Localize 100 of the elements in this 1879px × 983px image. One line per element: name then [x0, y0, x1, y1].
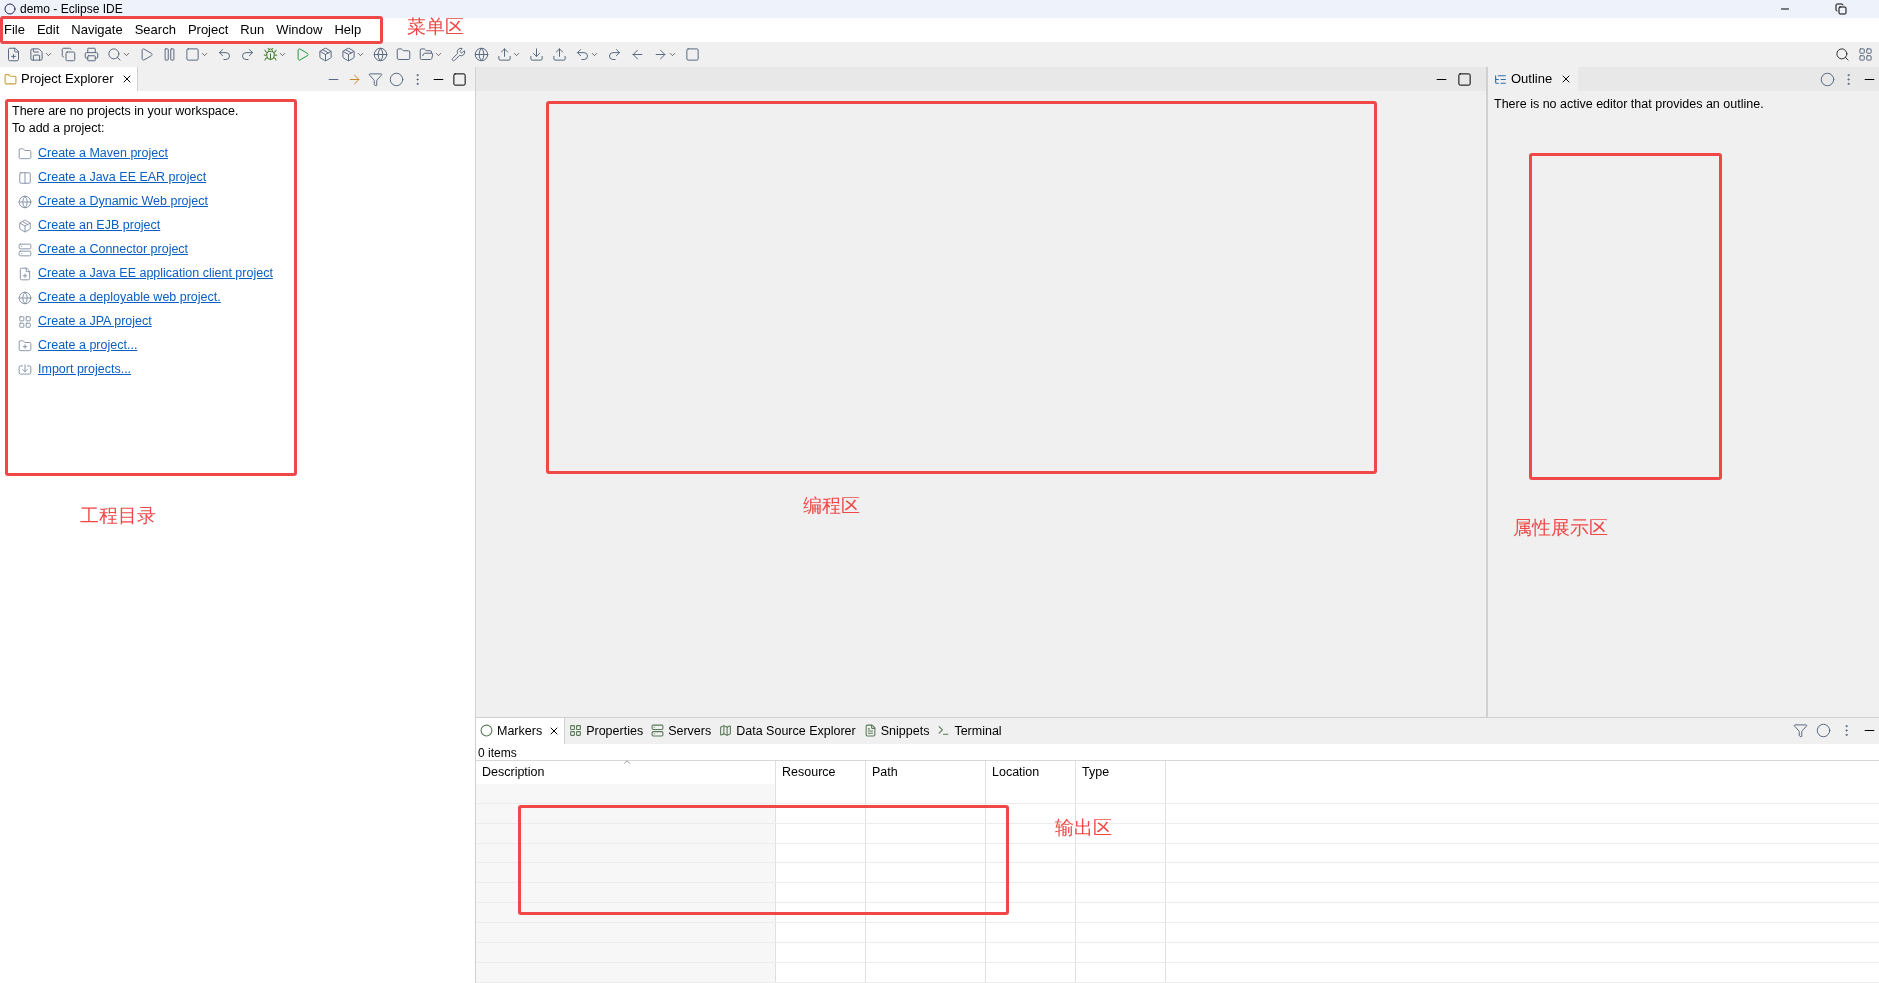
maximize-icon[interactable] [452, 71, 467, 87]
arrow-right-icon[interactable] [653, 47, 668, 62]
menu-item[interactable]: Help [334, 20, 362, 40]
intro-text: To add a project: [12, 120, 105, 137]
annotation-label: 编程区 [803, 493, 860, 518]
project-type-icon [18, 194, 32, 209]
create-project-link[interactable]: Create a Dynamic Web project [38, 193, 208, 210]
menu-item[interactable]: Window [276, 20, 323, 40]
wrench-icon[interactable] [451, 47, 466, 62]
menu-item[interactable]: File [4, 20, 25, 40]
annotation-label: 菜单区 [407, 14, 464, 39]
copy-icon[interactable] [61, 47, 76, 62]
restore-icon[interactable] [1835, 3, 1847, 15]
column-header[interactable]: Path [866, 760, 986, 784]
pause-icon[interactable] [162, 47, 177, 62]
view-icon [651, 724, 665, 738]
column-header[interactable]: Resource [776, 760, 866, 784]
menu-item[interactable]: Search [134, 20, 176, 40]
stop-icon[interactable] [185, 47, 200, 62]
outline-icon [1494, 72, 1507, 86]
project-type-icon [18, 170, 32, 185]
dropdown-caret-icon[interactable] [122, 50, 131, 59]
filter-icon[interactable] [1793, 723, 1808, 739]
download-icon[interactable] [529, 47, 544, 62]
save-icon[interactable] [29, 47, 44, 62]
project-type-icon [18, 146, 32, 161]
project-type-icon [18, 290, 32, 305]
forward-icon[interactable] [607, 47, 622, 62]
items-count: 0 items [477, 744, 518, 760]
project-type-icon [18, 218, 32, 233]
play-icon[interactable] [139, 47, 154, 62]
package-icon[interactable] [318, 47, 333, 62]
view-icon [937, 724, 951, 738]
folder-icon[interactable] [419, 47, 434, 62]
annotation-label: 输出区 [1055, 815, 1112, 840]
create-project-link[interactable]: Create an EJB project [38, 217, 161, 234]
project-type-icon [18, 338, 32, 353]
dropdown-caret-icon[interactable] [668, 50, 677, 59]
view-icon [719, 724, 733, 738]
window-title: demo - Eclipse IDE [20, 1, 123, 18]
project-type-icon [18, 362, 32, 377]
search-icon[interactable] [107, 47, 122, 62]
view-tab[interactable]: Servers [647, 718, 716, 744]
project-explorer-tab[interactable]: Project Explorer [0, 67, 139, 91]
filter-icon[interactable] [368, 71, 383, 87]
annotation-label: 属性展示区 [1513, 515, 1608, 540]
annotation-label: 工程目录 [80, 503, 156, 528]
create-project-link[interactable]: Create a Maven project [38, 145, 168, 162]
column-header[interactable]: Location [986, 760, 1076, 784]
step-icon[interactable] [240, 47, 255, 62]
view-icon [569, 724, 583, 738]
outline-message: There is no active editor that provides an outline. [1493, 96, 1765, 113]
view-tab[interactable]: Terminal [933, 718, 1006, 744]
menu-item[interactable]: Project [187, 20, 229, 40]
intro-text: There are no projects in your workspace. [12, 103, 239, 120]
view-tab[interactable]: Snippets [859, 718, 934, 744]
create-project-link[interactable]: Create a JPA project [38, 313, 152, 330]
printer-icon[interactable] [84, 47, 99, 62]
dropdown-caret-icon[interactable] [356, 50, 365, 59]
menu-item[interactable]: Run [240, 20, 265, 40]
new-file-icon[interactable] [6, 47, 21, 62]
column-header[interactable]: Type [1076, 760, 1166, 784]
link-icon[interactable] [347, 71, 362, 87]
project-type-icon [18, 242, 32, 257]
back-icon[interactable] [575, 47, 590, 62]
create-project-link[interactable]: Import projects... [38, 361, 132, 378]
step-icon[interactable] [217, 47, 232, 62]
folder-icon [4, 72, 17, 86]
upload-icon[interactable] [497, 47, 512, 62]
menu-item[interactable]: Edit [36, 20, 60, 40]
globe-icon[interactable] [474, 47, 489, 62]
maximize-icon[interactable] [1457, 71, 1472, 87]
create-project-link[interactable]: Create a project... [38, 337, 138, 354]
upload-icon[interactable] [552, 47, 567, 62]
view-tab[interactable]: Properties [565, 718, 648, 744]
outline-tab[interactable]: Outline [1488, 67, 1579, 91]
package-icon[interactable] [341, 47, 356, 62]
project-type-icon [18, 266, 32, 281]
create-project-link[interactable]: Create a deployable web project. [38, 289, 221, 306]
dropdown-caret-icon[interactable] [278, 50, 287, 59]
dropdown-caret-icon[interactable] [590, 50, 599, 59]
dropdown-caret-icon[interactable] [200, 50, 209, 59]
view-tab[interactable]: Data Source Explorer [715, 718, 860, 744]
search-icon[interactable] [1835, 47, 1850, 62]
dropdown-caret-icon[interactable] [44, 50, 53, 59]
view-icon [863, 724, 877, 738]
dropdown-caret-icon[interactable] [512, 50, 521, 59]
create-project-link[interactable]: Create a Java EE EAR project [38, 169, 207, 186]
perspective-icon[interactable] [1858, 47, 1873, 62]
view-tab[interactable]: Markers [476, 718, 566, 744]
run-icon[interactable] [295, 47, 310, 62]
column-header[interactable]: Description [476, 760, 776, 784]
dropdown-caret-icon[interactable] [434, 50, 443, 59]
folder-icon[interactable] [396, 47, 411, 62]
menu-item[interactable]: Navigate [71, 20, 123, 40]
create-project-link[interactable]: Create a Connector project [38, 241, 189, 258]
view-icon [480, 724, 493, 738]
bug-icon[interactable] [263, 47, 278, 62]
create-project-link[interactable]: Create a Java EE application client project [38, 265, 273, 282]
globe-icon[interactable] [373, 47, 388, 62]
